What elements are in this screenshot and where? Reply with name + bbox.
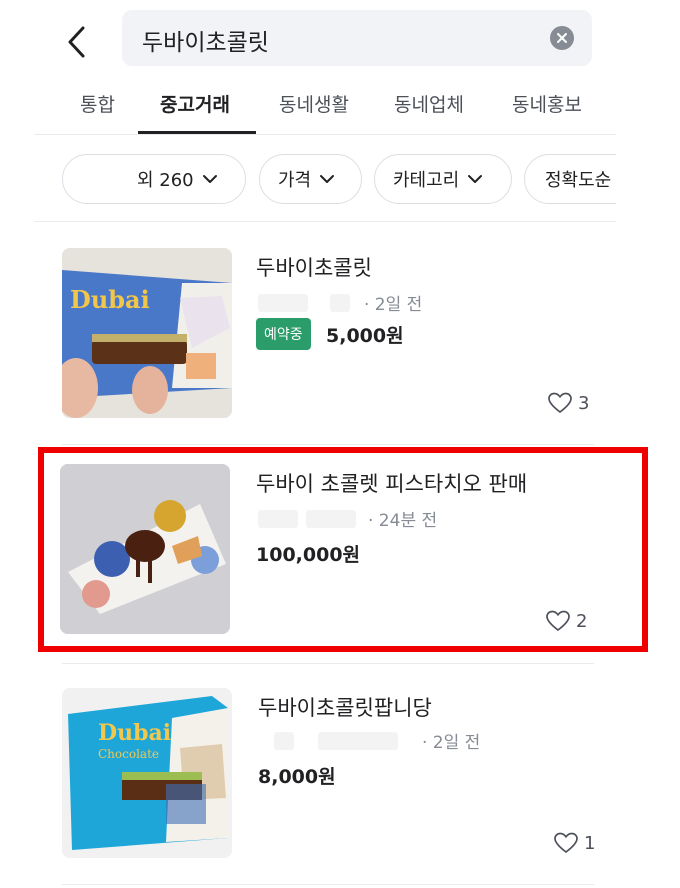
tab-secondhand[interactable]: 중고거래 — [160, 90, 230, 117]
reserved-badge: 예약중 — [256, 318, 311, 350]
tab-neighborhood-life[interactable]: 동네생활 — [279, 90, 349, 117]
listing-title: 두바이초콜릿 — [256, 256, 372, 280]
listing-meta: · 2일 전 — [258, 290, 422, 315]
blurred-location — [318, 731, 398, 750]
search-input[interactable]: 두바이초콜릿 — [122, 10, 592, 66]
filter-bar: 외 260 가격 카테고리 정확도순 — [34, 136, 616, 222]
search-header: 두바이초콜릿 — [0, 0, 680, 78]
category-filter-label: 카테고리 — [393, 170, 460, 191]
location-filter-label: 외 260 — [137, 170, 194, 191]
blurred-location — [274, 731, 294, 750]
search-query: 두바이초콜릿 — [142, 30, 269, 56]
product-thumbnail: Dubai Chocolate — [62, 688, 232, 858]
listing-time: · 2일 전 — [422, 733, 481, 753]
listing-title: 두바이초콜릿팝니당 — [258, 696, 432, 720]
listing-time: · 2일 전 — [364, 295, 423, 315]
tab-local-business[interactable]: 동네업체 — [394, 90, 464, 117]
heart-icon — [548, 392, 572, 414]
highlight-box — [38, 447, 648, 652]
location-filter-chip[interactable]: 외 260 — [62, 154, 246, 204]
brand-logo-text: Dubai — [70, 285, 150, 314]
listing-meta: · 2일 전 — [274, 728, 480, 753]
list-divider — [62, 663, 594, 664]
brand-sub-text: Chocolate — [98, 747, 159, 761]
price-filter-label: 가격 — [278, 170, 312, 191]
category-tabs: 통합 중고거래 동네생활 동네업체 동네홍보 — [34, 78, 616, 135]
listing-price: 5,000원 — [326, 325, 404, 347]
product-thumbnail: Dubai — [62, 248, 232, 418]
listing-item[interactable]: Dubai Chocolate 두바이초콜릿팝니당 · 2일 전 8,000원 … — [38, 666, 644, 888]
price-filter-chip[interactable]: 가격 — [259, 154, 362, 204]
chevron-left-icon — [68, 26, 85, 58]
chevron-down-icon — [319, 174, 335, 184]
listing-item[interactable]: Dubai 두바이초콜릿 · 2일 전 예약중 5,000원 3 — [38, 222, 644, 444]
list-divider — [62, 444, 594, 445]
category-filter-chip[interactable]: 카테고리 — [374, 154, 512, 204]
likes-number: 1 — [584, 832, 596, 854]
sort-filter-chip[interactable]: 정확도순 — [524, 154, 616, 204]
sort-filter-label: 정확도순 — [545, 170, 612, 191]
list-divider — [62, 884, 594, 885]
chevron-down-icon — [202, 174, 218, 184]
blurred-location — [258, 293, 308, 312]
close-circle-icon[interactable] — [550, 26, 574, 50]
brand-logo-text: Dubai — [98, 720, 171, 746]
likes-count: 3 — [548, 392, 589, 414]
heart-icon — [554, 832, 578, 854]
tab-local-promo[interactable]: 동네홍보 — [512, 90, 582, 117]
likes-number: 3 — [578, 392, 590, 414]
chevron-down-icon — [467, 174, 483, 184]
listing-price: 8,000원 — [258, 766, 336, 788]
back-button[interactable] — [58, 22, 94, 62]
active-tab-indicator — [138, 131, 256, 134]
blurred-location — [330, 293, 350, 312]
tab-all[interactable]: 통합 — [80, 90, 115, 117]
likes-count: 1 — [554, 832, 595, 854]
